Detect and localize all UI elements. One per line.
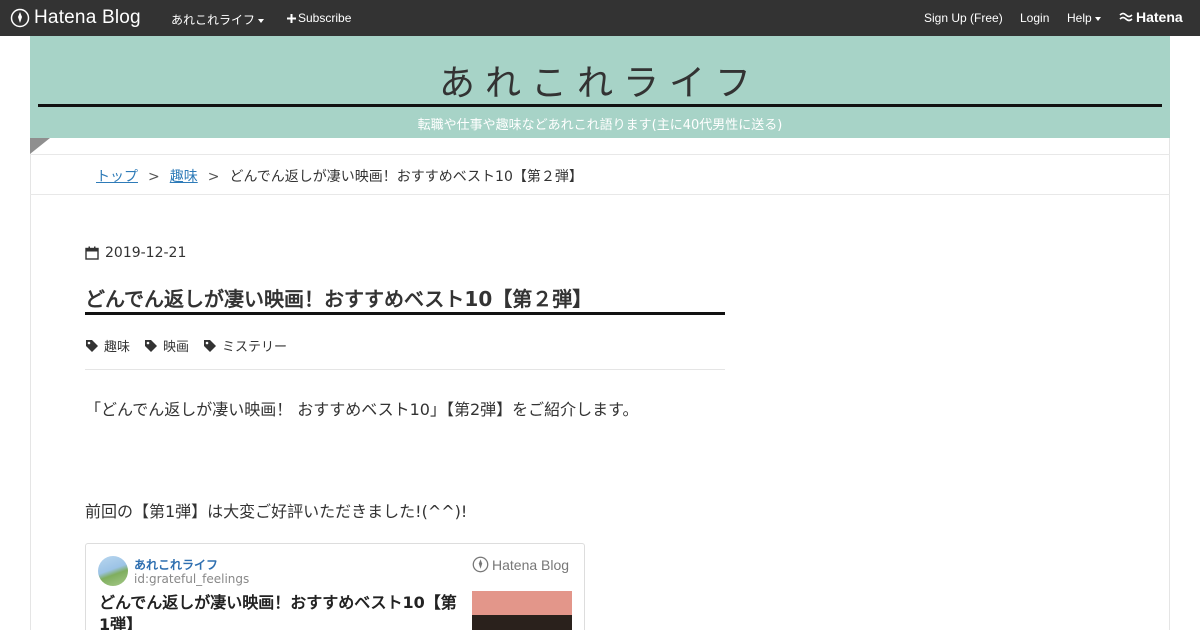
header-divider xyxy=(38,104,1162,107)
hatena-logo[interactable]: Hatena xyxy=(1119,9,1183,25)
breadcrumb-bar: トップ > 趣味 > どんでん返しが凄い映画！おすすめベスト10【第２弾】 xyxy=(30,154,1170,195)
breadcrumb-current: どんでん返しが凄い映画！おすすめベスト10【第２弾】 xyxy=(229,169,583,185)
plus-icon xyxy=(287,14,296,23)
entry-title-underline xyxy=(85,312,725,315)
entry-paragraph: 前回の【第1弾】は大変ご好評いただきました!(^^)! xyxy=(85,502,468,521)
blog-menu-dropdown[interactable]: あれこれライフ xyxy=(171,11,265,28)
caret-down-icon xyxy=(258,18,265,23)
category-tag[interactable]: 映画 xyxy=(144,336,189,355)
hatena-wave-icon xyxy=(1119,12,1133,22)
blog-menu-label: あれこれライフ xyxy=(171,13,256,27)
login-link[interactable]: Login xyxy=(1020,11,1049,25)
breadcrumb-separator: > xyxy=(207,169,220,185)
embed-author-name[interactable]: あれこれライフ xyxy=(134,556,218,573)
entry-date-text: 2019-12-21 xyxy=(105,245,187,261)
entry-categories: 趣味 映画 ミステリー xyxy=(85,336,301,355)
category-tag[interactable]: 趣味 xyxy=(85,336,130,355)
breadcrumb: トップ > 趣味 > どんでん返しが凄い映画！おすすめベスト10【第２弾】 xyxy=(96,166,583,186)
embed-user-id: id:grateful_feelings xyxy=(134,572,250,586)
global-header: Hatena Blog あれこれライフ Subscribe Sign Up (F… xyxy=(0,0,1200,36)
author-avatar[interactable] xyxy=(98,556,128,586)
tag-icon xyxy=(86,339,98,352)
hatena-blog-logo[interactable]: Hatena Blog xyxy=(10,7,141,29)
blog-embed-card[interactable]: あれこれライフ id:grateful_feelings Hatena Blog… xyxy=(85,543,585,630)
entry-title[interactable]: どんでん返しが凄い映画！おすすめベスト10【第２弾】 xyxy=(85,283,725,312)
header-corner-fold xyxy=(30,138,50,154)
category-label: 映画 xyxy=(163,340,190,355)
breadcrumb-category-link[interactable]: 趣味 xyxy=(170,169,198,185)
blog-title[interactable]: あれこれライフ xyxy=(30,54,1170,106)
embed-entry-title[interactable]: どんでん返しが凄い映画！おすすめベスト10【第1弾】 xyxy=(99,592,459,630)
subscribe-label: Subscribe xyxy=(298,11,352,25)
subscribe-button[interactable]: Subscribe xyxy=(287,11,351,25)
category-tag[interactable]: ミステリー xyxy=(203,336,287,355)
hatena-blog-pen-icon xyxy=(472,556,489,573)
categories-divider xyxy=(85,369,725,370)
blog-header: あれこれライフ 転職や仕事や趣味などあれこれ語ります(主に40代男性に送る) xyxy=(30,36,1170,138)
blog-description: 転職や仕事や趣味などあれこれ語ります(主に40代男性に送る) xyxy=(417,118,783,133)
help-dropdown[interactable]: Help xyxy=(1067,11,1101,25)
category-label: 趣味 xyxy=(104,340,131,355)
help-label: Help xyxy=(1067,11,1092,25)
entry-paragraph: 「どんでん返しが凄い映画！ おすすめベスト10」【第2弾】をご紹介します。 xyxy=(85,400,639,419)
tag-icon xyxy=(204,339,217,352)
breadcrumb-top-link[interactable]: トップ xyxy=(96,169,138,185)
embed-thumbnail[interactable] xyxy=(472,591,572,630)
caret-down-icon xyxy=(1094,16,1101,21)
entry-date[interactable]: 2019-12-21 xyxy=(85,245,186,261)
hatena-blog-pen-icon xyxy=(10,8,30,28)
hatena-label: Hatena xyxy=(1136,9,1183,25)
signup-link[interactable]: Sign Up (Free) xyxy=(924,11,1003,25)
embed-service-logo: Hatena Blog xyxy=(472,556,569,573)
calendar-icon xyxy=(85,246,99,260)
logo-text: Hatena Blog xyxy=(34,7,141,28)
category-label: ミステリー xyxy=(222,340,288,355)
breadcrumb-separator: > xyxy=(148,169,160,185)
embed-service-logo-text: Hatena Blog xyxy=(492,556,570,573)
tag-icon xyxy=(145,339,158,352)
